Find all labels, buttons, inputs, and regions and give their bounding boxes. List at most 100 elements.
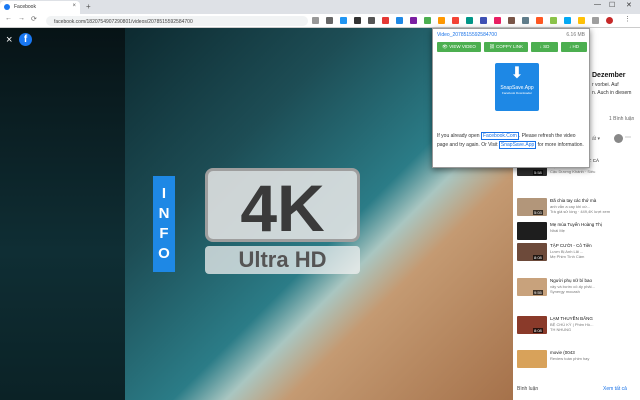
suggestion-title: LẠM THUYỀN BẰNG: [550, 316, 593, 321]
star-icon[interactable]: [312, 17, 319, 24]
sd-label: SD: [543, 44, 550, 49]
ultra-hd-title: Ultra HD: [205, 246, 360, 274]
post-snippet: n. Auch in diesem: [592, 90, 632, 96]
profile-avatar[interactable]: [606, 17, 613, 24]
suggestion-views: Mẹ Phim Tình Cảm: [550, 254, 585, 259]
list-item[interactable]: Mẹ mùa Tuyển Hoàng Thị Nhài Mẹ: [517, 222, 637, 244]
sort-dropdown[interactable]: ất ▾: [592, 136, 600, 142]
hd-download-button[interactable]: ↓ HD: [561, 42, 587, 52]
suggestion-title: movie (0043: [550, 350, 575, 355]
tab-title: Facebook: [14, 4, 36, 10]
list-item[interactable]: 8:08 LẠM THUYỀN BẰNG BỆ CHÚ KỲ | Phim Hồ…: [517, 316, 637, 338]
extension-icon[interactable]: [382, 17, 389, 24]
list-item[interactable]: movie (0043 Review toàn phim hay: [517, 350, 637, 372]
tab-close-icon[interactable]: ×: [72, 3, 76, 9]
suggestion-title: TẬP CƯỜI - Cô Tiên: [550, 243, 592, 248]
extension-icon[interactable]: [452, 17, 459, 24]
thumbnail: [517, 350, 547, 368]
more-icon[interactable]: ⋯: [625, 134, 631, 141]
info-letter: I: [161, 185, 167, 202]
extension-icon[interactable]: [354, 17, 361, 24]
extension-icon[interactable]: [466, 17, 473, 24]
sd-download-button[interactable]: ↓ SD: [531, 42, 558, 52]
hd-label: HD: [572, 44, 580, 49]
view-video-button[interactable]: 👁 VIEW VIDEO: [437, 42, 481, 52]
post-snippet: r vorbei. Auf: [592, 82, 619, 88]
suggestion-title: Đã chia tay các thứ mà: [550, 198, 597, 203]
extension-icon[interactable]: [564, 17, 571, 24]
facebook-logo-icon[interactable]: f: [19, 33, 32, 46]
extension-icon[interactable]: [536, 17, 543, 24]
suggestion-views: Synergy mocash: [550, 289, 580, 294]
new-tab-button[interactable]: +: [86, 2, 91, 11]
duration: 8:08: [533, 255, 543, 260]
suggestion-views: Cậu Dương Khánh · Siêu: [550, 169, 596, 174]
video-frame-left: [0, 28, 125, 400]
reload-icon[interactable]: ⟳: [31, 15, 37, 23]
back-icon[interactable]: ←: [5, 15, 12, 22]
menu-icon[interactable]: ⋮: [624, 15, 631, 23]
info-letter: F: [159, 225, 169, 242]
minimize-button[interactable]: —: [594, 1, 601, 8]
url-text: facebook.com/1820754907290801/videos/207…: [54, 18, 193, 25]
suggestion-views: Trà giả sử lòng · 449,4K lượt xem: [550, 209, 611, 214]
snapsave-link[interactable]: SnapSave.App: [498, 141, 537, 149]
view-video-label: VIEW VIDEO: [449, 44, 476, 49]
msg-text: for more information.: [537, 142, 584, 148]
suggestion-channel: Nhài Mẹ: [550, 228, 565, 233]
download-arrow-icon: ⬇: [510, 65, 524, 82]
extension-icon[interactable]: [438, 17, 445, 24]
suggestion-title: Mẹ mùa Tuyển Hoàng Thị: [550, 222, 602, 227]
extension-icon[interactable]: [508, 17, 515, 24]
extension-icon[interactable]: [410, 17, 417, 24]
info-letter: O: [158, 245, 170, 262]
msg-text: If you already open: [437, 133, 480, 139]
duration: 5:58: [533, 170, 543, 175]
maximize-button[interactable]: ☐: [609, 1, 615, 9]
extension-icon[interactable]: [578, 17, 585, 24]
tab-strip: [0, 0, 640, 14]
extension-icon[interactable]: [368, 17, 375, 24]
extension-icon[interactable]: [522, 17, 529, 24]
extension-icon[interactable]: [340, 17, 347, 24]
snapsave-popup: Video_2078515592584700 6.16 MB 👁 VIEW VI…: [432, 28, 590, 168]
view-all-link[interactable]: Xem tất cả: [603, 386, 627, 392]
list-item[interactable]: 9:55 Người phụ nữ bí bao vây và bước cô …: [517, 278, 637, 300]
forward-icon[interactable]: →: [18, 15, 25, 22]
post-header: Dezember: [592, 72, 626, 79]
copy-link-button[interactable]: ⛓ COPPY LINK: [484, 42, 528, 52]
suggestion-views: TH NHUNG: [550, 327, 572, 332]
snapsave-logo[interactable]: ⬇ SnapSave.App Facebook Downloader: [495, 63, 539, 111]
thumbnail: [517, 222, 547, 240]
facebook-link[interactable]: Facebook.Com: [480, 132, 519, 140]
info-badge: I N F O: [153, 176, 175, 272]
popup-message: If you already open Facebook.Com. Please…: [437, 132, 587, 150]
copy-link-label: COPPY LINK: [496, 44, 523, 49]
extension-icon[interactable]: [396, 17, 403, 24]
extension-icon[interactable]: [326, 17, 333, 24]
duration: 5:03: [533, 210, 543, 215]
extension-icon[interactable]: [592, 17, 599, 24]
facebook-favicon-icon: [4, 4, 10, 10]
comments-count[interactable]: 1 Bình luận: [609, 116, 634, 122]
suggestion-channel: Review toàn phim hay: [550, 356, 590, 361]
logo-subtitle: Facebook Downloader: [501, 91, 533, 95]
duration: 9:55: [533, 290, 543, 295]
extension-icon[interactable]: [494, 17, 501, 24]
suggestion-title: Người phụ nữ bí bao: [550, 278, 593, 283]
close-icon[interactable]: ×: [6, 34, 12, 46]
list-item[interactable]: 5:03 Đã chia tay các thứ mà anh vẫn a ca…: [517, 198, 637, 220]
duration: 8:08: [533, 328, 543, 333]
comments-label[interactable]: Bình luận: [517, 386, 538, 392]
address-bar[interactable]: facebook.com/1820754907290801/videos/207…: [46, 16, 308, 26]
extension-icon[interactable]: [550, 17, 557, 24]
video-title: Video_2078515592584700: [437, 32, 497, 38]
window-close-button[interactable]: ✕: [626, 1, 632, 9]
snapsave-extension-icon[interactable]: [424, 17, 431, 24]
file-size: 6.16 MB: [566, 32, 585, 38]
extension-icon[interactable]: [480, 17, 487, 24]
avatar: [614, 134, 623, 143]
browser-tab[interactable]: Facebook ×: [0, 1, 80, 14]
info-letter: N: [158, 205, 170, 222]
list-item[interactable]: 8:08 TẬP CƯỜI - Cô Tiên Lươn Bị Anh Lãi …: [517, 243, 637, 265]
